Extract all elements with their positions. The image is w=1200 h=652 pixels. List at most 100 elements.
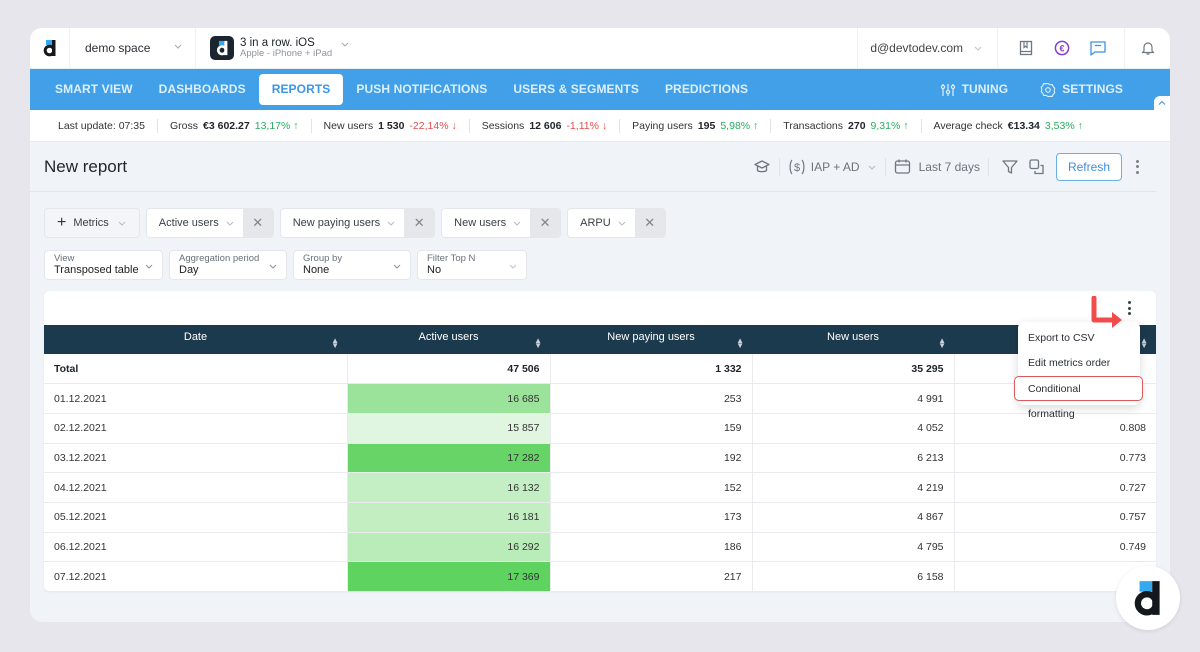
dollar-icon: $ [789, 159, 805, 174]
report-more-menu-icon[interactable] [1132, 159, 1142, 174]
column-header-new-users[interactable]: New users ▲ ▼ [752, 325, 954, 354]
metric-chip-new-users[interactable]: New users ✕ [441, 208, 562, 238]
chat-button[interactable] [1080, 28, 1116, 69]
devtodev-logo[interactable] [30, 28, 70, 69]
compare-icon[interactable] [1028, 158, 1046, 176]
space-selector[interactable]: demo space [70, 28, 196, 69]
menu-conditional-formatting[interactable]: Conditional formatting [1014, 376, 1143, 420]
cell-new-users: 6 213 [752, 443, 955, 474]
svg-text:€: € [1059, 43, 1064, 53]
sort-icon[interactable]: ▲ ▼ [736, 337, 744, 350]
kpi-label: Transactions [783, 119, 844, 132]
nav-settings[interactable]: SETTINGS [1027, 74, 1136, 105]
nav-smart-view[interactable]: SMART VIEW [42, 74, 146, 105]
refresh-button[interactable]: Refresh [1055, 152, 1122, 181]
column-header-new-paying-users[interactable]: New paying users ▲ ▼ [550, 325, 752, 354]
kpi-label: New users [323, 119, 374, 132]
metric-chip-new-paying-users[interactable]: New paying users ✕ [279, 208, 436, 238]
metric-chip-active-users[interactable]: Active users ✕ [145, 208, 274, 238]
cell-new-paying-users: 159 [550, 413, 753, 444]
app-icon [210, 36, 234, 60]
graduation-cap-icon[interactable] [753, 159, 771, 175]
kpi-value: €13.34 [1007, 119, 1040, 132]
calendar-icon [894, 159, 910, 174]
chevron-down-icon [974, 46, 982, 51]
column-header-date[interactable]: Date ▲ ▼ [44, 325, 347, 354]
collapse-nav-button[interactable] [1154, 96, 1170, 110]
billing-button[interactable]: € [1044, 28, 1080, 69]
kpi-change: -1,11% ↓ [566, 120, 607, 132]
report-title[interactable]: New report [44, 157, 127, 177]
kpi-value: €3 602.27 [203, 119, 250, 132]
metric-chip-arpu[interactable]: ARPU ✕ [567, 208, 666, 238]
group-by-select[interactable]: Group by None [293, 250, 411, 280]
revenue-source-select[interactable]: $ IAP + AD [788, 158, 877, 176]
app-selector[interactable]: 3 in a row. iOS Apple - iPhone + iPad [196, 28, 350, 69]
view-select[interactable]: View Transposed table [44, 250, 163, 280]
cell-new-users: 4 219 [752, 472, 955, 503]
filter-icon[interactable] [1001, 158, 1019, 176]
sort-icon[interactable]: ▲ ▼ [331, 337, 339, 350]
sort-icon[interactable]: ▲ ▼ [938, 337, 946, 350]
select-label: Group by [303, 253, 343, 264]
divider [987, 157, 989, 176]
cell-active-users: 16 132 [347, 472, 551, 503]
cell-date: 06.12.2021 [44, 532, 348, 563]
svg-text:$: $ [794, 162, 800, 174]
add-metrics-button[interactable]: + Metrics [44, 208, 140, 238]
docs-button[interactable] [1008, 28, 1044, 69]
sort-icon[interactable]: ▲ ▼ [1140, 337, 1148, 350]
aggregation-period-select[interactable]: Aggregation period Day [169, 250, 287, 280]
logo-icon [43, 40, 55, 57]
cell-new-users: 4 867 [752, 502, 955, 533]
table-row: 05.12.2021 16 181 173 4 867 0.757 [44, 502, 1156, 533]
kpi-sessions: Sessions 12 606 -1,11% ↓ [470, 118, 621, 133]
notifications-button[interactable] [1124, 28, 1170, 69]
date-range-picker[interactable]: Last 7 days [894, 158, 980, 175]
report-table-card: Date ▲ ▼ Active users ▲ ▼ New paying users ▲ ▼… [44, 291, 1156, 592]
cell-new-users: 6 158 [752, 561, 955, 592]
menu-edit-metrics-order[interactable]: Edit metrics order [1018, 351, 1140, 376]
select-value: No [427, 264, 442, 276]
kpi-change-value: 5,98% [720, 119, 751, 132]
nav-reports[interactable]: REPORTS [258, 74, 344, 105]
divider [884, 157, 886, 176]
nav-users-segments[interactable]: USERS & SEGMENTS [500, 74, 652, 105]
nav-push-notifications[interactable]: PUSH NOTIFICATIONS [343, 74, 500, 105]
divider [778, 157, 780, 176]
chat-icon [1090, 41, 1106, 56]
metric-chips: + Metrics Active users ✕ New paying user… [30, 208, 1170, 238]
nav-dashboards[interactable]: DASHBOARDS [146, 74, 259, 105]
remove-metric-icon[interactable]: ✕ [242, 209, 273, 237]
settings-label: SETTINGS [1062, 82, 1123, 96]
cell-arpu: 0.727 [954, 472, 1156, 503]
remove-metric-icon[interactable]: ✕ [530, 209, 561, 237]
cell-active-users: 16 685 [347, 383, 551, 414]
sort-icon[interactable]: ▲ ▼ [534, 337, 542, 350]
chevron-down-icon [174, 44, 182, 49]
remove-metric-icon[interactable]: ✕ [634, 209, 665, 237]
column-header-active-users[interactable]: Active users ▲ ▼ [347, 325, 550, 354]
kpi-label: Gross [170, 119, 199, 132]
kpi-average-check: Average check €13.34 3,53% ↑ [922, 119, 1095, 133]
report-header: New report $ IAP + AD Last 7 days Refres… [30, 142, 1156, 192]
table-row-total: Total 47 506 1 332 35 295 [44, 354, 1156, 385]
filter-top-n-select[interactable]: Filter Top N No [417, 250, 527, 280]
column-title: Date [183, 330, 208, 343]
account-menu[interactable]: d@devtodev.com [857, 28, 998, 69]
table-row: 06.12.2021 16 292 186 4 795 0.749 [44, 532, 1156, 563]
kpi-new-users: New users 1 530 -22,14% ↓ [312, 118, 470, 133]
chevron-down-icon [387, 221, 395, 226]
kpi-change: 3,53% ↑ [1045, 120, 1083, 132]
date-range-value: Last 7 days [918, 159, 980, 174]
euro-icon: € [1054, 40, 1070, 56]
nav-predictions[interactable]: PREDICTIONS [652, 74, 761, 105]
nav-tuning[interactable]: TUNING [927, 74, 1022, 105]
arrow-up-icon: ↑ [293, 119, 299, 132]
cell-date: Total [44, 354, 348, 385]
annotation-arrow-icon [1091, 296, 1122, 328]
chevron-down-icon [868, 165, 875, 170]
table-row: 01.12.2021 16 685 253 4 991 [44, 383, 1156, 414]
remove-metric-icon[interactable]: ✕ [404, 209, 435, 237]
kpi-change: 13,17% ↑ [255, 120, 299, 132]
